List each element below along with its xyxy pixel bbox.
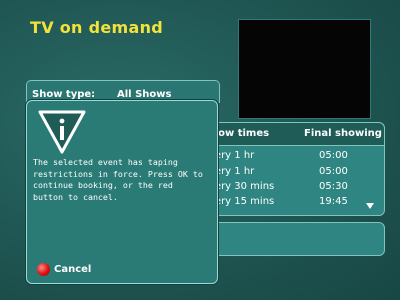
show-time-cell: very 15 mins <box>209 196 275 207</box>
show-type-label: Show type: <box>32 89 96 100</box>
dialog-message: The selected event has taping restrictio… <box>33 157 203 202</box>
cancel-button[interactable]: Cancel <box>37 263 91 276</box>
cancel-label: Cancel <box>54 264 92 275</box>
schedule-row[interactable]: very 1 hr 05:00 <box>206 150 384 164</box>
final-showing-cell: 05:30 <box>319 181 348 192</box>
video-preview <box>238 19 371 119</box>
show-time-cell: very 30 mins <box>209 181 275 192</box>
scroll-down-icon[interactable] <box>366 203 374 209</box>
red-button-icon <box>37 263 50 276</box>
schedule-header: how times Final showing <box>206 123 384 146</box>
schedule-row[interactable]: very 1 hr 05:00 <box>206 166 384 180</box>
schedule-row[interactable]: very 30 mins 05:30 <box>206 181 384 195</box>
page-title: TV on demand <box>30 18 164 37</box>
final-showing-cell: 19:45 <box>319 196 348 207</box>
column-header-show-times: how times <box>211 128 270 139</box>
show-type-value: All Shows <box>117 89 172 100</box>
final-showing-cell: 05:00 <box>319 150 348 161</box>
lower-panel <box>205 222 385 256</box>
restriction-dialog: The selected event has taping restrictio… <box>26 100 218 284</box>
column-header-final-showing: Final showing <box>304 128 382 139</box>
schedule-panel: how times Final showing very 1 hr 05:00 … <box>205 122 385 216</box>
final-showing-cell: 05:00 <box>319 166 348 177</box>
info-warning-icon <box>38 110 86 154</box>
schedule-row[interactable]: very 15 mins 19:45 <box>206 196 384 210</box>
